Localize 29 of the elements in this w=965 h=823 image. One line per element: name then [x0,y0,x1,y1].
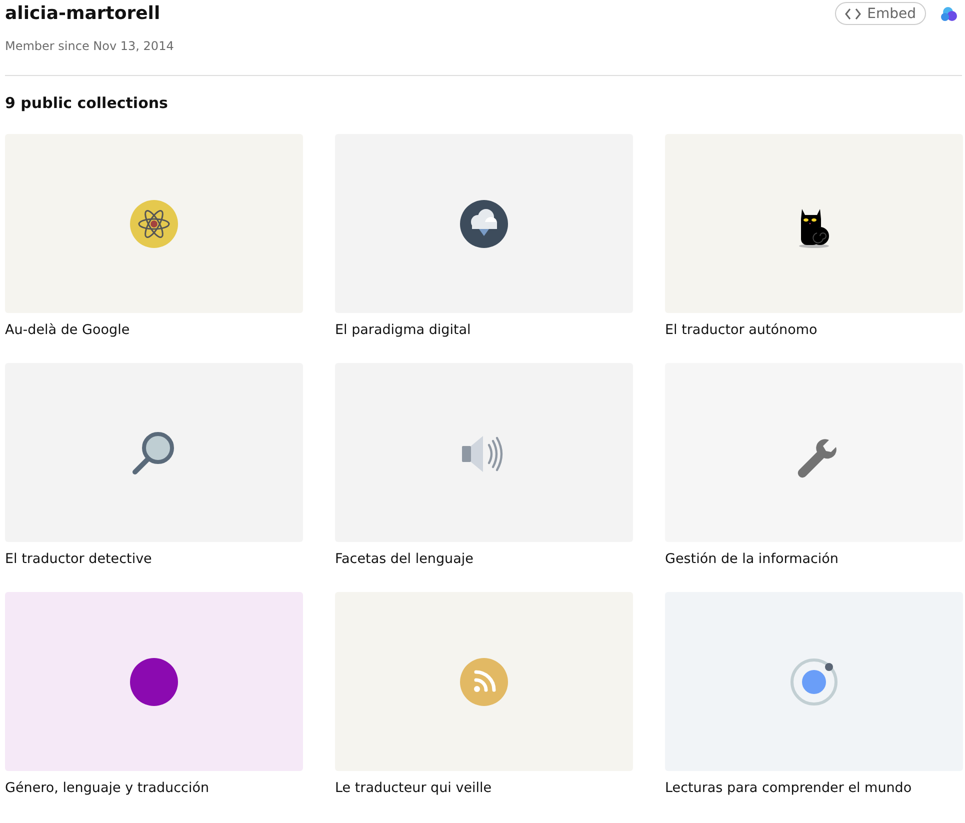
orbit-icon [789,656,839,706]
collection-title[interactable]: Lecturas para comprender el mundo [665,780,963,797]
collection-thumbnail[interactable] [665,363,963,542]
collection-thumbnail[interactable] [5,134,303,313]
collection-thumbnail[interactable] [335,363,633,542]
collection-title[interactable]: Facetas del lenguaje [335,551,633,568]
rss-icon [459,656,509,706]
collection-thumbnail[interactable] [335,592,633,771]
collection-title[interactable]: El paradigma digital [335,322,633,339]
logo-icon[interactable] [940,6,958,22]
code-icon [845,8,862,20]
collection-thumbnail[interactable] [5,592,303,771]
collection-title[interactable]: Gestión de la información [665,551,963,568]
member-since: Member since Nov 13, 2014 [5,39,174,53]
cloud-download-icon [459,198,509,248]
collection-thumbnail[interactable] [335,134,633,313]
username: alicia-martorell [5,2,162,26]
collection-title[interactable]: Au-delà de Google [5,322,303,339]
atom-icon [129,198,179,248]
circle-icon [129,656,179,706]
collections-count: 9 public collections [5,94,169,112]
collection-thumbnail[interactable] [5,363,303,542]
collection-title[interactable]: El traductor autónomo [665,322,963,339]
collection-thumbnail[interactable] [665,134,963,313]
collection-title[interactable]: Le traducteur qui veille [335,780,633,797]
embed-button[interactable]: Embed [835,2,926,25]
collection-title[interactable]: Género, lenguaje y traducción [5,780,303,797]
collection-title[interactable]: El traductor detective [5,551,303,568]
collection-thumbnail[interactable] [665,592,963,771]
